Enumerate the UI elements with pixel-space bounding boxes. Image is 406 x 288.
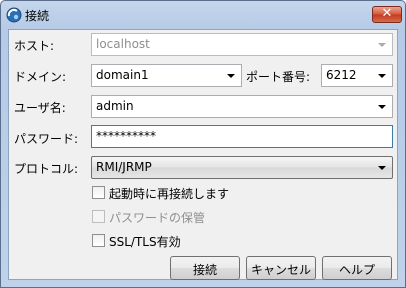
cancel-button[interactable]: キャンセル (246, 256, 316, 280)
app-icon (6, 7, 22, 23)
host-label: ホスト: (14, 39, 55, 53)
domain-value: domain1 (96, 68, 149, 82)
chevron-down-icon[interactable] (227, 74, 235, 78)
protocol-select[interactable]: RMI/JRMP (91, 156, 393, 179)
port-value: 6212 (326, 68, 357, 82)
protocol-label: プロトコル: (14, 162, 79, 176)
domain-label: ドメイン: (14, 70, 67, 84)
chevron-down-icon[interactable] (378, 105, 386, 109)
password-value: ********** (96, 129, 156, 143)
window-title: 接続 (25, 9, 50, 23)
dialog-body: ホスト: localhost ドメイン: domain1 ポート番号: 6212… (8, 29, 398, 280)
host-value: localhost (96, 37, 150, 51)
password-label: パスワード: (14, 132, 79, 146)
chevron-down-icon (378, 43, 386, 47)
port-combobox[interactable]: 6212 (321, 64, 393, 87)
reconnect-checkbox[interactable] (92, 186, 105, 199)
user-combobox[interactable]: admin (91, 95, 393, 118)
password-field[interactable]: ********** (91, 125, 393, 148)
close-icon: ✕ (381, 6, 393, 21)
ssl-checkbox[interactable] (92, 234, 105, 247)
user-label: ユーザ名: (14, 101, 66, 115)
ssl-label[interactable]: SSL/TLS有効 (109, 233, 181, 250)
save-password-checkbox (92, 210, 105, 223)
chevron-down-icon[interactable] (378, 166, 386, 170)
connection-dialog: 接続 ✕ ホスト: localhost ドメイン: domain1 ポート番号:… (0, 0, 406, 288)
close-button[interactable]: ✕ (372, 6, 402, 23)
host-combobox: localhost (91, 33, 393, 56)
title-bar[interactable]: 接続 ✕ (1, 1, 405, 29)
connect-button[interactable]: 接続 (170, 256, 240, 280)
protocol-value: RMI/JRMP (96, 160, 152, 174)
help-button[interactable]: ヘルプ (322, 256, 392, 280)
chevron-down-icon[interactable] (378, 74, 386, 78)
reconnect-label[interactable]: 起動時に再接続します (109, 185, 229, 202)
domain-combobox[interactable]: domain1 (91, 64, 242, 87)
user-value: admin (96, 99, 134, 113)
save-password-label: パスワードの保管 (109, 211, 206, 225)
port-label: ポート番号: (246, 70, 311, 84)
